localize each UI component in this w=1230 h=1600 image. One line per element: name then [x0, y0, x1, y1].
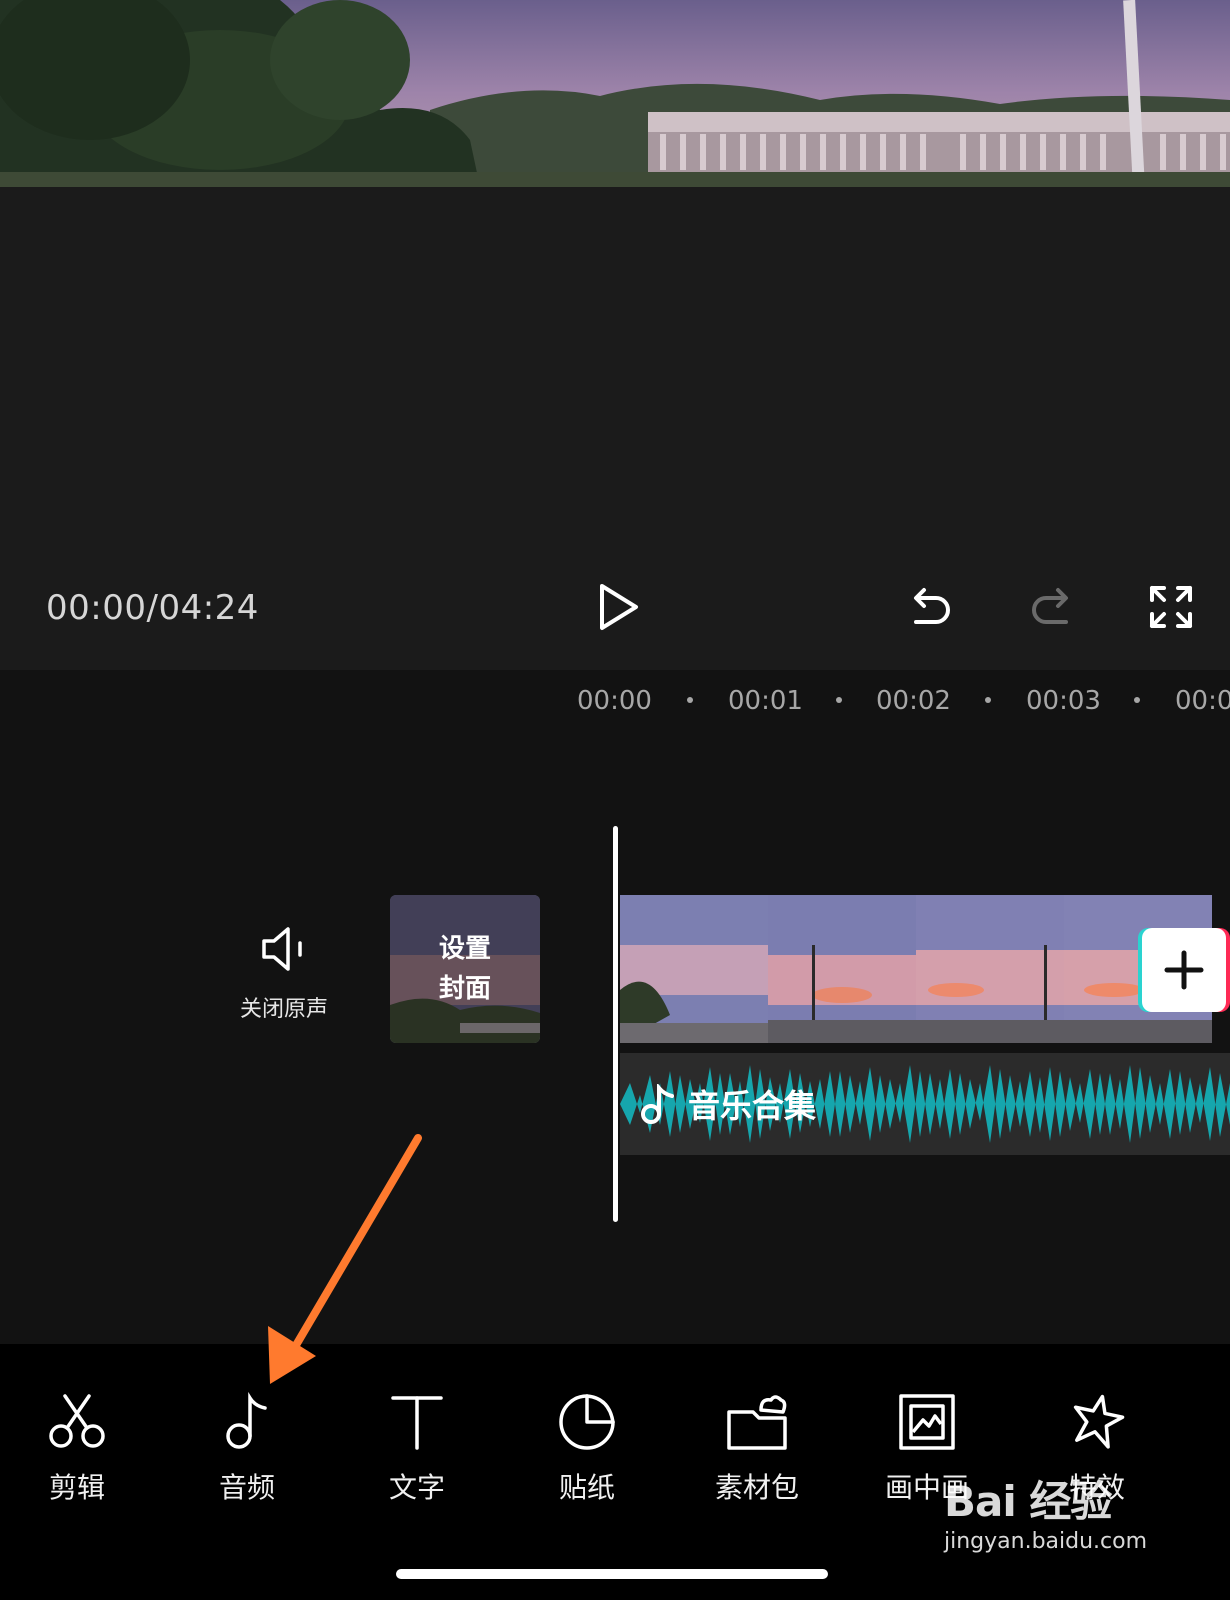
speaker-icon	[262, 927, 302, 971]
toolbar-item-sticker[interactable]: 贴纸	[522, 1390, 652, 1506]
toolbar-item-label: 音频	[218, 1471, 275, 1504]
music-note-icon	[641, 1084, 674, 1124]
ruler-tick: 00:01	[728, 686, 803, 716]
material-pack-icon	[727, 1395, 787, 1450]
fullscreen-icon	[1150, 586, 1192, 628]
preview-frame-image	[0, 0, 1230, 187]
play-icon	[600, 584, 638, 630]
watermark-brand: Bai 经验	[944, 1477, 1112, 1526]
text-t-icon	[391, 1396, 443, 1450]
toolbar-item-label: 素材包	[714, 1471, 799, 1504]
ruler-dot	[687, 697, 693, 703]
toolbar-item-label: 贴纸	[558, 1471, 615, 1504]
clip-frame-thumbnail	[620, 895, 768, 1043]
ruler-dot	[985, 697, 991, 703]
scissors-icon	[49, 1394, 105, 1448]
audio-clip-label: 音乐合集	[640, 1053, 816, 1155]
ruler-tick: 00:0	[1175, 686, 1230, 716]
watermark-url: jingyan.baidu.com	[944, 1529, 1148, 1554]
toolbar-item-label: 文字	[388, 1471, 445, 1504]
ruler-dot	[836, 697, 842, 703]
set-cover-text: 设置 封面	[438, 934, 491, 1004]
clip-frame-thumbnail	[768, 895, 916, 1043]
toolbar-item-material-pack[interactable]: 素材包	[692, 1390, 822, 1506]
baidu-jingyan-watermark: Bai 经验 jingyan.baidu.com	[944, 1468, 1174, 1554]
effects-star-icon	[1073, 1394, 1125, 1449]
ruler-dot	[1134, 697, 1140, 703]
redo-button[interactable]	[1024, 580, 1078, 634]
mute-original-audio-button[interactable]: 关闭原声	[228, 925, 340, 1023]
toolbar-item-audio[interactable]: 音频	[182, 1390, 312, 1506]
toolbar-item-edit[interactable]: 剪辑	[12, 1390, 142, 1506]
timeline-playhead[interactable]	[613, 826, 618, 1222]
ruler-tick: 00:02	[876, 686, 951, 716]
clip-frame-thumbnail	[916, 895, 1064, 1043]
toolbar-item-text[interactable]: 文字	[352, 1390, 482, 1506]
undo-icon	[914, 588, 950, 624]
plus-icon	[1164, 950, 1204, 990]
audio-clip-title: 音乐合集	[688, 1087, 817, 1125]
video-clip-track[interactable]	[620, 895, 1230, 1043]
fullscreen-button[interactable]	[1144, 580, 1198, 634]
undo-button[interactable]	[904, 580, 958, 634]
playback-timecode: 00:00/04:24	[46, 588, 259, 628]
ruler-tick: 00:00	[577, 686, 652, 716]
music-note-icon	[226, 1392, 267, 1449]
video-preview	[0, 0, 1230, 187]
play-button[interactable]	[590, 580, 644, 634]
mute-original-audio-label: 关闭原声	[239, 997, 328, 1022]
ruler-tick: 00:03	[1026, 686, 1101, 716]
set-cover-label: 设置 封面	[390, 895, 540, 1043]
redo-icon	[1032, 588, 1068, 624]
add-clip-button[interactable]	[1142, 928, 1226, 1012]
toolbar-item-label: 剪辑	[48, 1471, 105, 1504]
home-indicator	[396, 1569, 828, 1579]
audio-track[interactable]: 音乐合集	[620, 1053, 1230, 1155]
sticker-icon	[559, 1394, 615, 1450]
set-cover-button[interactable]: 设置 封面	[390, 895, 540, 1043]
picture-in-picture-icon	[899, 1394, 955, 1450]
